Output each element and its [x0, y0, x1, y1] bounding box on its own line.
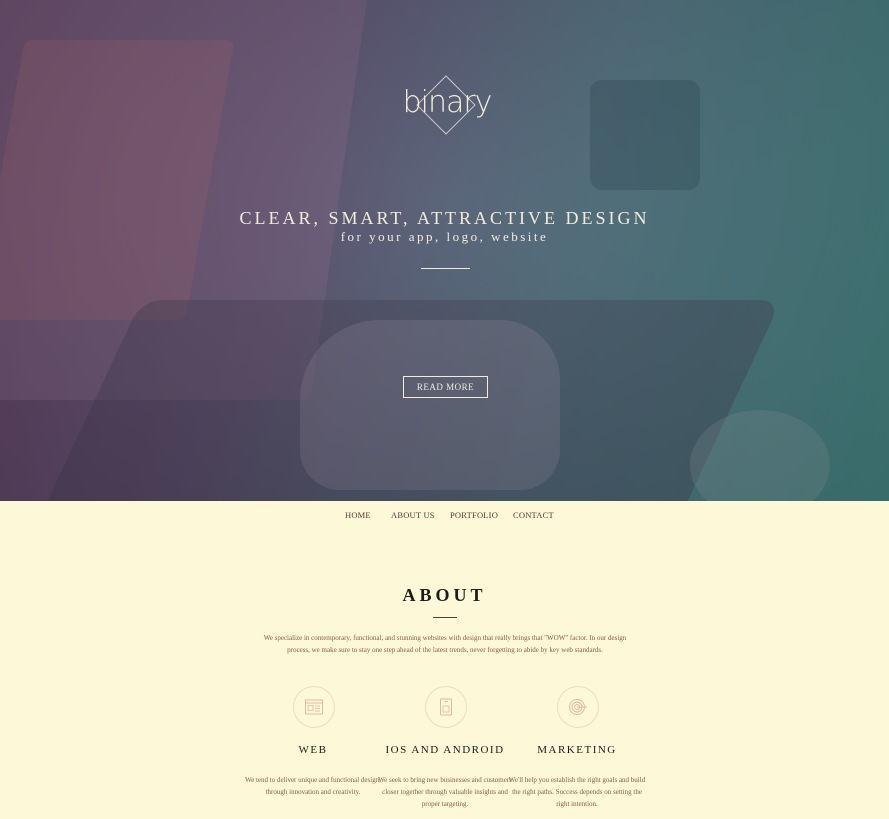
read-more-button[interactable]: READ MORE — [403, 376, 488, 398]
feature-web-desc: We tend to deliver unique and functional… — [245, 776, 381, 796]
main-nav: HOME ABOUT US PORTFOLIO CONTACT — [0, 501, 889, 529]
feature-marketing-title: MARKETING — [537, 744, 617, 756]
hero-tagline: CLEAR, SMART, ATTRACTIVE DESIGN — [239, 208, 650, 228]
feature-web-circle — [293, 686, 335, 728]
about-text: We specialize in contemporary, functiona… — [263, 634, 627, 654]
logo-text: binary — [402, 85, 493, 120]
nav-item-portfolio[interactable]: PORTFOLIO — [450, 510, 498, 520]
target-icon — [569, 699, 587, 715]
nav-item-about-us[interactable]: ABOUT US — [391, 510, 435, 520]
about-divider — [433, 617, 457, 618]
feature-ios-android-title: IOS AND ANDROID — [385, 744, 505, 756]
feature-web-title: WEB — [298, 744, 328, 756]
browser-window-icon — [305, 699, 323, 715]
feature-marketing-desc: We'll help you establish the right goals… — [508, 776, 646, 808]
hero-divider — [421, 268, 470, 269]
about-title: ABOUT — [402, 585, 487, 605]
mobile-device-icon — [440, 698, 452, 716]
hero-subline: for your app, logo, website — [340, 229, 549, 244]
hero-banner: binary CLEAR, SMART, ATTRACTIVE DESIGN f… — [0, 0, 889, 501]
nav-item-home[interactable]: HOME — [345, 510, 371, 520]
feature-ios-android-circle — [425, 686, 467, 728]
site-logo[interactable]: binary — [399, 75, 495, 135]
nav-item-contact[interactable]: CONTACT — [513, 510, 554, 520]
feature-marketing-circle — [557, 686, 599, 728]
feature-ios-android-desc: We seek to bring new businesses and cust… — [378, 776, 512, 808]
